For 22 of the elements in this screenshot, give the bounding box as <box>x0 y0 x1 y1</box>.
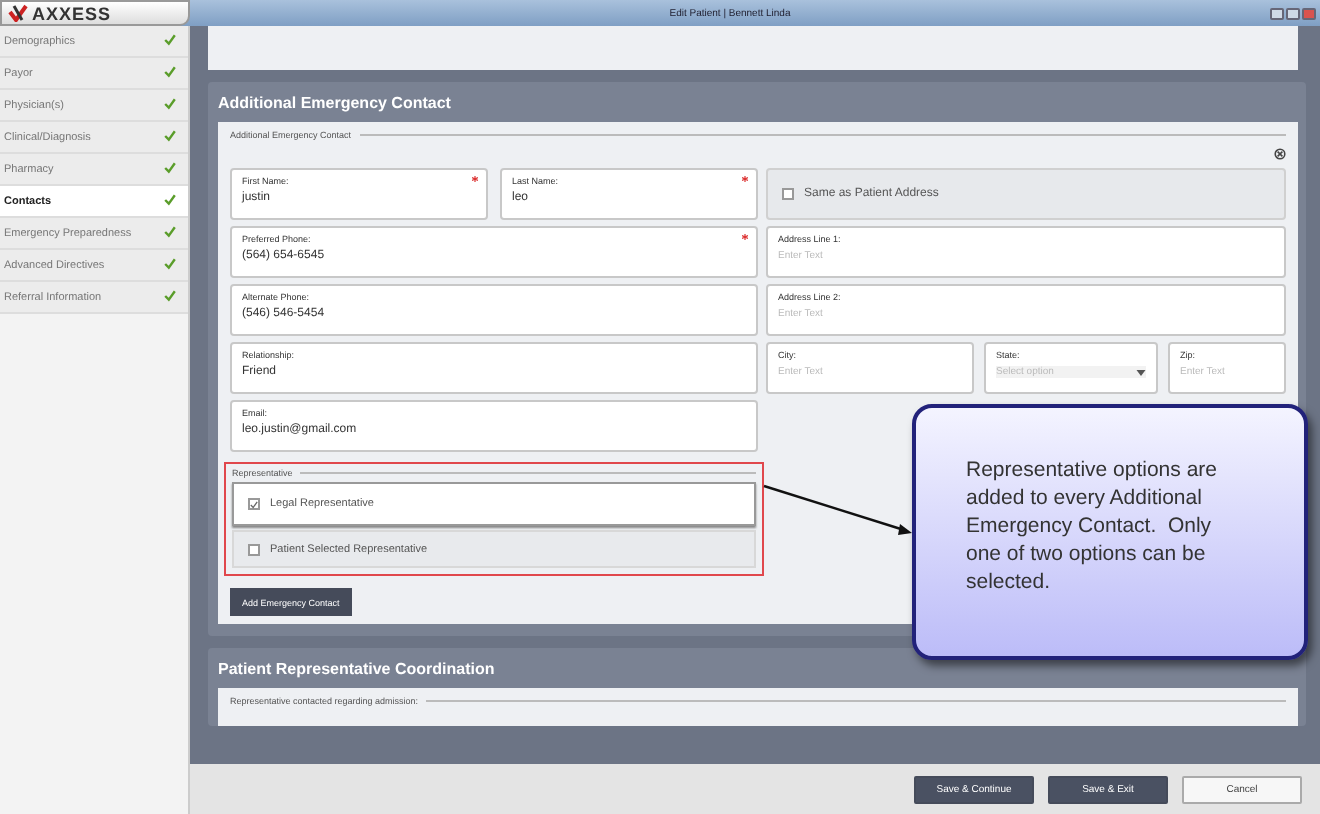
check-icon <box>164 97 176 109</box>
close-icon[interactable] <box>1274 148 1286 160</box>
check-icon <box>164 193 176 205</box>
maximize-button[interactable] <box>1286 7 1300 19</box>
close-button[interactable] <box>1302 7 1316 19</box>
logo-icon <box>8 4 28 22</box>
check-icon <box>164 33 176 45</box>
callout-note: Representative options are added to every Additional Emergency Contact. Only one of two options can be selected. <box>912 404 1308 660</box>
check-icon <box>164 161 176 173</box>
checkbox[interactable] <box>248 543 260 555</box>
minimize-button[interactable] <box>1270 7 1284 19</box>
checkbox[interactable] <box>248 498 260 510</box>
caret-icon <box>1136 369 1146 375</box>
check-icon <box>164 129 176 141</box>
check-icon <box>164 225 176 237</box>
logo-text: AXXESS <box>32 3 112 23</box>
check-icon <box>164 65 176 77</box>
checkbox[interactable] <box>782 188 794 200</box>
check-icon <box>164 289 176 301</box>
check-icon <box>164 257 176 269</box>
section-title: Additional Emergency Contact <box>216 91 453 116</box>
section-title: Patient Representative Coordination <box>216 657 497 682</box>
